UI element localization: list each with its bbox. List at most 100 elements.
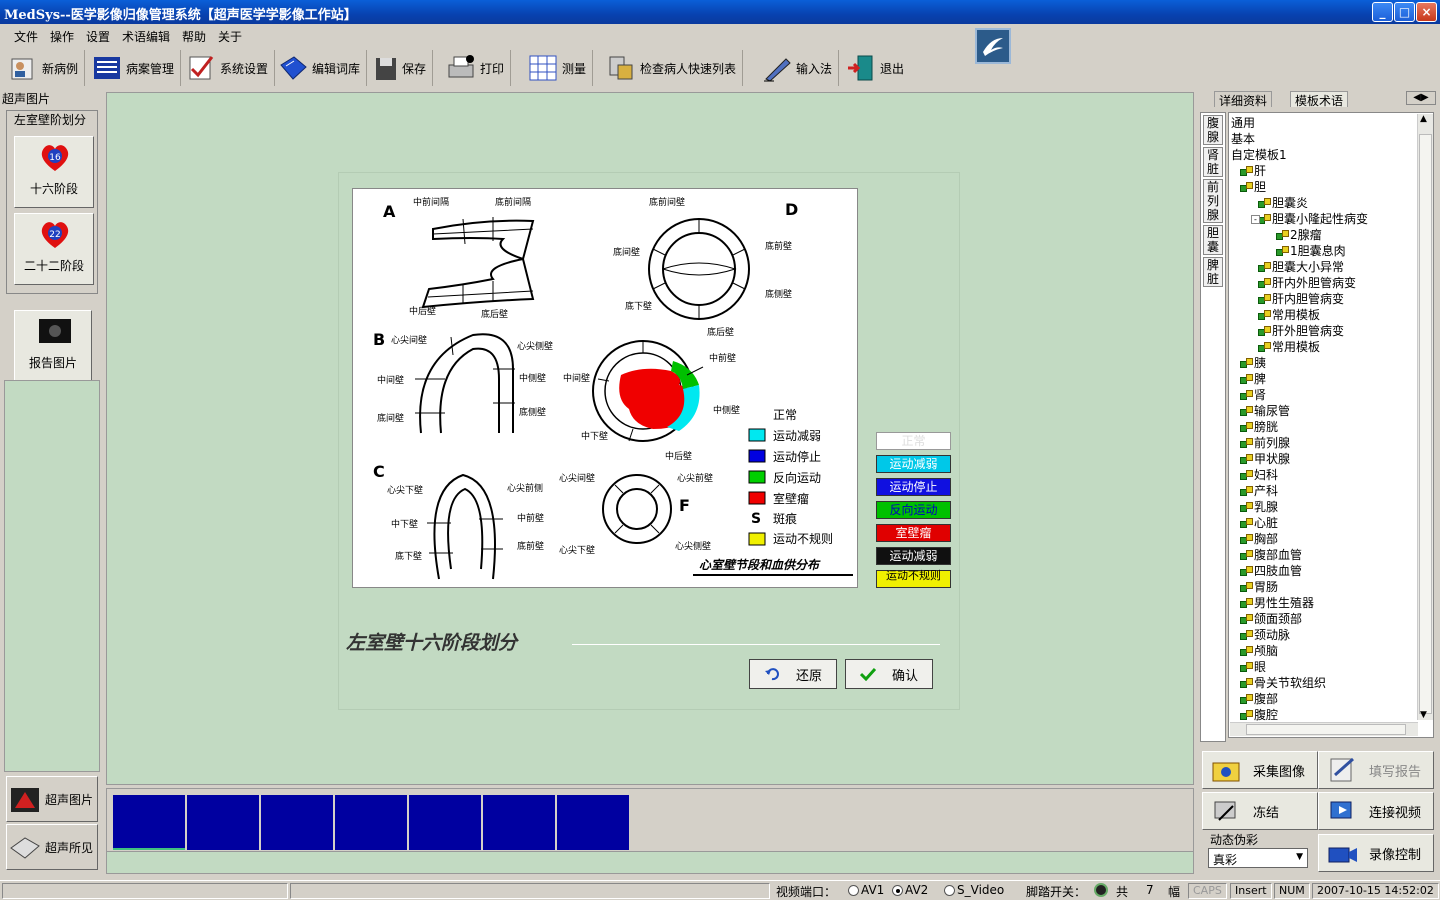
legend-aneurysm-button[interactable]: 室壁瘤 (876, 524, 951, 542)
vtab-prostate[interactable]: 前列腺 (1203, 179, 1223, 223)
freeze-button[interactable]: 冻结 (1202, 792, 1318, 830)
tree-node[interactable]: 胆囊大小异常 (1258, 259, 1344, 275)
tree-node[interactable]: 膀胱 (1240, 419, 1278, 435)
measure-button[interactable]: 测量 (528, 50, 594, 86)
restore-button[interactable]: 还原 (749, 659, 837, 689)
av2-radio[interactable]: AV2 (892, 883, 928, 897)
segment-diagram[interactable]: A 中前间隔 底前间隔 中后壁 底后壁 D 底前间壁 底间壁 底前壁 底下壁 底… (352, 188, 858, 588)
tree-node[interactable]: 颈动脉 (1240, 627, 1290, 643)
tree-node[interactable]: 常用模板 (1258, 339, 1320, 355)
tree-node[interactable]: 输尿管 (1240, 403, 1290, 419)
tree-vertical-scrollbar[interactable]: ▲ ▼ (1417, 114, 1433, 720)
tree-node[interactable]: 胆囊炎 (1258, 195, 1308, 211)
thumbnail-4[interactable] (335, 795, 407, 850)
tree-node[interactable]: 前列腺 (1240, 435, 1290, 451)
tree-node[interactable]: 肝内胆管病变 (1258, 291, 1344, 307)
tree-node[interactable]: 腹部 (1240, 691, 1278, 707)
thumbnail-7[interactable] (557, 795, 629, 850)
tree-node[interactable]: 男性生殖器 (1240, 595, 1314, 611)
tree-node[interactable]: 腹腔 (1240, 707, 1278, 723)
twenty-two-segment-button[interactable]: 22 二十二阶段 (14, 213, 94, 285)
legend-normal-button[interactable]: 正常 (876, 432, 951, 450)
thumbnail-3[interactable] (261, 795, 333, 850)
maximize-button[interactable]: □ (1394, 2, 1415, 22)
tree-node[interactable]: 乳腺 (1240, 499, 1278, 515)
minimize-button[interactable]: _ (1372, 2, 1393, 22)
tree-horizontal-scrollbar[interactable] (1230, 722, 1418, 736)
chevron-down-icon[interactable]: ▼ (1296, 852, 1303, 862)
save-button[interactable]: 保存 (374, 50, 434, 86)
thumbnail-5[interactable] (409, 795, 481, 850)
tab-template-terms[interactable]: 模板术语 (1290, 91, 1349, 108)
tree-node[interactable]: 常用模板 (1258, 307, 1320, 323)
tree-node[interactable]: 颅脑 (1240, 643, 1278, 659)
system-settings-button[interactable]: 系统设置 (186, 50, 276, 86)
thumbnail-6[interactable] (483, 795, 555, 850)
tree-node[interactable]: 胸部 (1240, 531, 1278, 547)
menu-term-edit[interactable]: 术语编辑 (122, 28, 170, 45)
scroll-thumb[interactable] (1419, 134, 1432, 714)
legend-irregular-button[interactable]: 运动不规则 (876, 570, 951, 588)
tree-node[interactable]: 肝 (1240, 163, 1266, 179)
tree-node[interactable]: 脾 (1240, 371, 1266, 387)
hscroll-thumb[interactable] (1246, 724, 1406, 735)
edit-dictionary-button[interactable]: 编辑词库 (278, 50, 368, 86)
tree-node[interactable]: 1胆囊息肉 (1276, 243, 1346, 259)
vtab-gallbladder[interactable]: 胆囊 (1203, 225, 1223, 255)
menu-operate[interactable]: 操作 (50, 28, 74, 45)
patient-quick-list-button[interactable]: 检查病人快速列表 (606, 50, 744, 86)
tree-node[interactable]: 肝内外胆管病变 (1258, 275, 1356, 291)
collapse-toggle-icon[interactable]: - (1251, 215, 1260, 224)
tree-node[interactable]: 基本 (1231, 131, 1255, 147)
legend-scar-button[interactable]: 运动减弱 (876, 547, 951, 565)
tree-node[interactable]: 胆囊小隆起性病变 (1258, 211, 1368, 227)
sixteen-segment-button[interactable]: 16 十六阶段 (14, 136, 94, 208)
scroll-down-icon[interactable]: ▼ (1420, 710, 1427, 720)
continuous-video-button[interactable]: 连接视频 (1318, 792, 1434, 830)
ultrasound-findings-button[interactable]: 超声所见 (6, 824, 98, 870)
tab-scroll-arrows[interactable]: ◀▶ (1406, 91, 1436, 105)
close-button[interactable]: × (1416, 2, 1437, 22)
confirm-button[interactable]: 确认 (845, 659, 933, 689)
tree-node[interactable]: 甲状腺 (1240, 451, 1290, 467)
tree-node[interactable]: 骨关节软组织 (1240, 675, 1326, 691)
menu-about[interactable]: 关于 (218, 28, 242, 45)
menu-settings[interactable]: 设置 (86, 28, 110, 45)
thumbnail-1[interactable] (113, 795, 185, 850)
tab-details[interactable]: 详细资料 (1214, 91, 1273, 108)
tree-node[interactable]: 胃肠 (1240, 579, 1278, 595)
tree-node[interactable]: 产科 (1240, 483, 1278, 499)
tree-node[interactable]: 腹部血管 (1240, 547, 1302, 563)
tree-node[interactable]: 心脏 (1240, 515, 1278, 531)
legend-hypokinesis-button[interactable]: 运动减弱 (876, 455, 951, 473)
tree-node[interactable]: 肾 (1240, 387, 1266, 403)
fill-report-button[interactable]: 填写报告 (1318, 751, 1434, 789)
new-case-button[interactable]: 新病例 (8, 50, 86, 86)
report-image-button[interactable]: 报告图片 (14, 310, 92, 382)
tree-node[interactable]: 通用 (1231, 115, 1255, 131)
tree-node[interactable]: 妇科 (1240, 467, 1278, 483)
tree-node[interactable]: 胆 (1240, 179, 1266, 195)
av1-radio[interactable]: AV1 (848, 883, 884, 897)
tree-node[interactable]: 2腺瘤 (1276, 227, 1322, 243)
tree-node[interactable]: 四肢血管 (1240, 563, 1302, 579)
scroll-up-icon[interactable]: ▲ (1420, 114, 1427, 124)
input-method-button[interactable]: 输入法 (762, 50, 840, 86)
tree-node[interactable]: 眼 (1240, 659, 1266, 675)
print-button[interactable]: 打印 (446, 50, 512, 86)
tree-node[interactable]: 胰 (1240, 355, 1266, 371)
case-management-button[interactable]: 病案管理 (92, 50, 182, 86)
tree-node[interactable]: 颌面颈部 (1240, 611, 1302, 627)
thumbnail-2[interactable] (187, 795, 259, 850)
menu-help[interactable]: 帮助 (182, 28, 206, 45)
vtab-kidney[interactable]: 肾脏 (1203, 147, 1223, 177)
tree-node[interactable]: 肝外胆管病变 (1258, 323, 1344, 339)
exit-button[interactable]: 退出 (846, 50, 910, 86)
legend-dyskinesis-button[interactable]: 反向运动 (876, 501, 951, 519)
vtab-gland[interactable]: 腹腺 (1203, 115, 1223, 145)
svideo-radio[interactable]: S_Video (944, 883, 1004, 897)
vtab-spleen[interactable]: 脾脏 (1203, 257, 1223, 287)
record-control-button[interactable]: 录像控制 (1318, 834, 1434, 872)
capture-image-button[interactable]: 采集图像 (1202, 751, 1318, 789)
menu-file[interactable]: 文件 (14, 28, 38, 45)
